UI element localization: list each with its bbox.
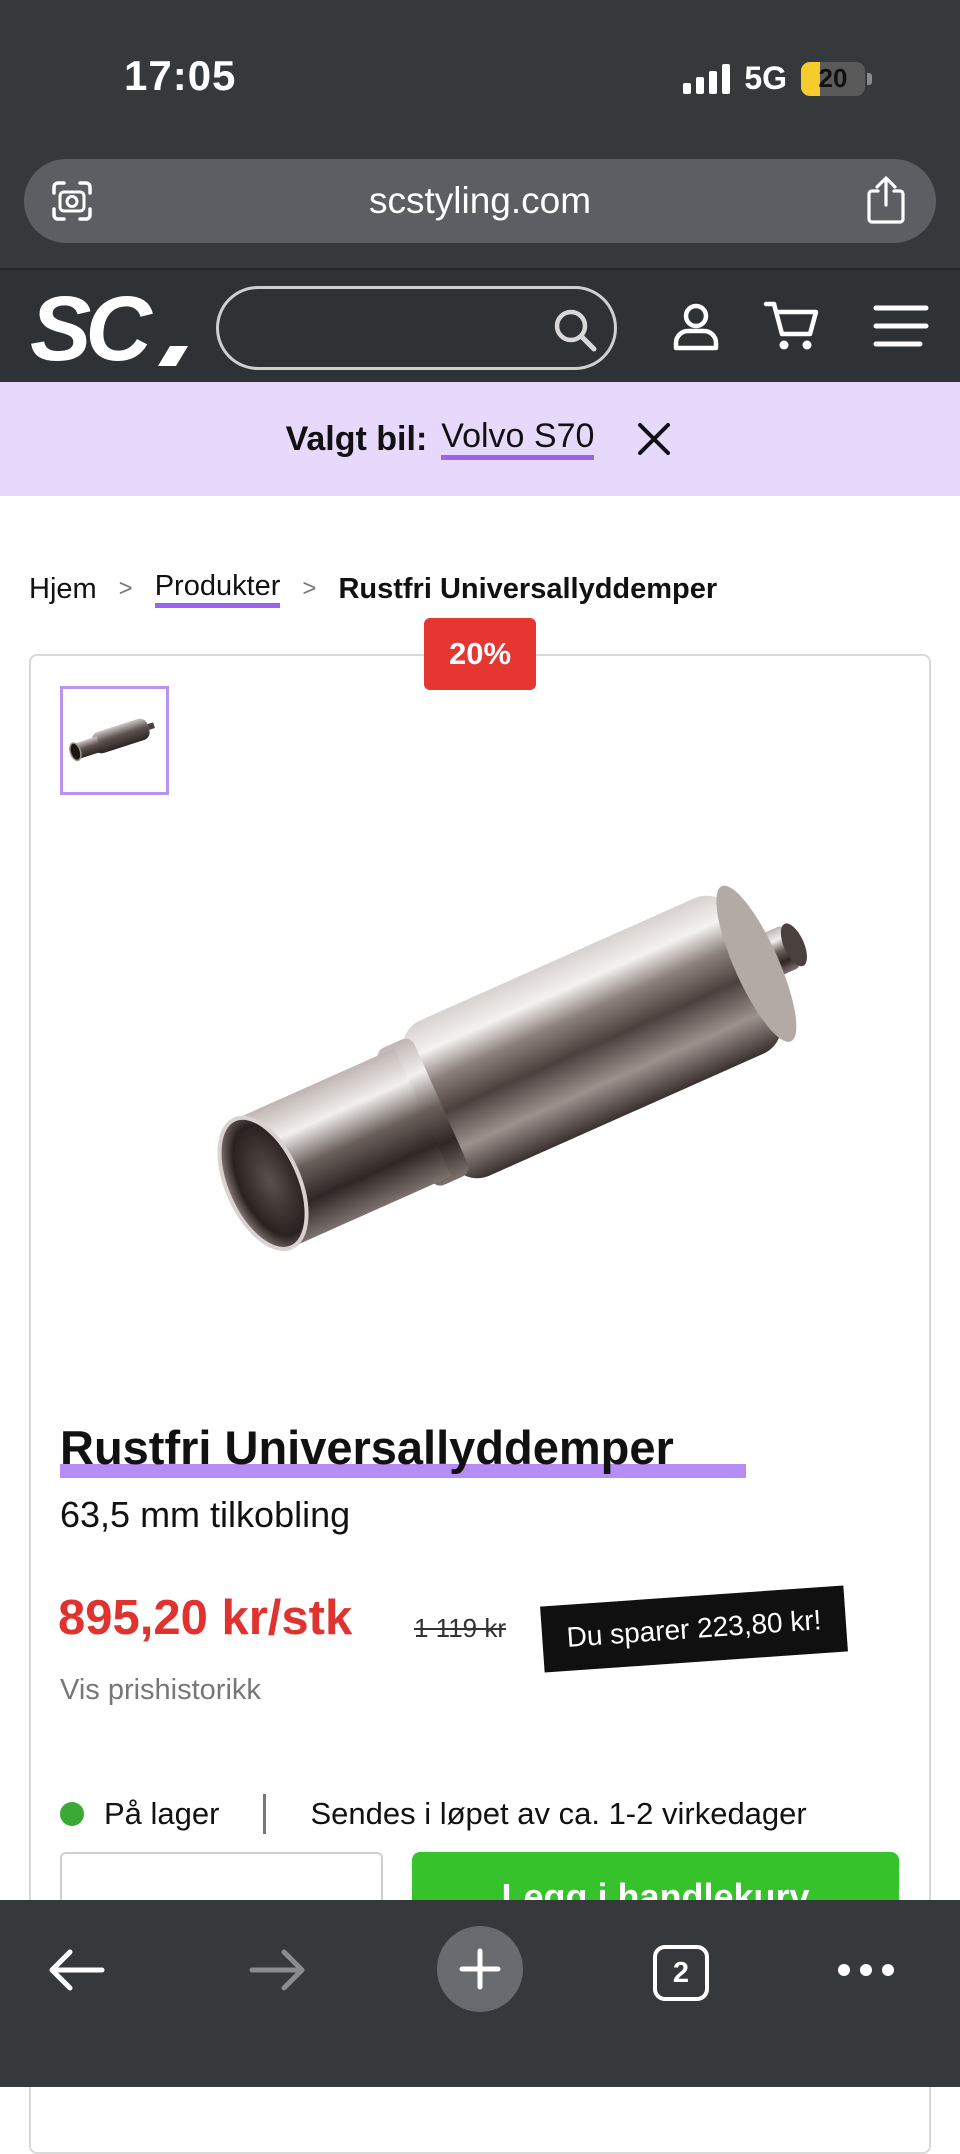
address-bar[interactable]: scstyling.com	[24, 159, 936, 243]
stock-status: På lager	[104, 1796, 220, 1831]
discount-badge: 20%	[424, 618, 536, 690]
sc-logo[interactable]: SC	[30, 288, 194, 368]
browser-chrome: scstyling.com	[0, 150, 960, 268]
status-time: 17:05	[124, 52, 237, 99]
menu-icon[interactable]	[870, 296, 930, 356]
signal-icon	[683, 63, 731, 94]
price-history-link[interactable]: Vis prishistorikk	[60, 1674, 261, 1707]
plus-icon	[459, 1948, 501, 1990]
breadcrumb-current: Rustfri Universallyddemper	[338, 572, 718, 605]
breadcrumb: Hjem > Produkter > Rustfri Universallydd…	[29, 570, 718, 609]
product-title-wrap: Rustfri Universallyddemper	[60, 1420, 746, 1478]
close-icon[interactable]	[634, 419, 674, 459]
search-input[interactable]	[239, 307, 539, 351]
more-icon	[838, 1964, 894, 1976]
status-bar: 17:05 5G 20	[0, 0, 960, 150]
network-type: 5G	[744, 60, 787, 96]
battery-level: 20	[818, 63, 848, 93]
selected-car-link[interactable]: Volvo S70	[441, 417, 595, 461]
search-icon[interactable]	[552, 307, 598, 353]
stock-divider	[263, 1794, 267, 1834]
logo-text: SC	[30, 288, 153, 368]
product-price: 895,20 kr/stk	[58, 1591, 353, 1645]
url-text: scstyling.com	[368, 180, 592, 221]
product-subtitle: 63,5 mm tilkobling	[60, 1494, 351, 1535]
breadcrumb-separator: >	[118, 575, 133, 603]
more-button[interactable]	[826, 1930, 906, 2010]
back-button[interactable]	[36, 1930, 116, 2010]
tabs-button[interactable]: 2	[653, 1945, 709, 2001]
breadcrumb-home[interactable]: Hjem	[29, 573, 97, 606]
browser-toolbar: 2	[0, 1900, 960, 2087]
muffler-thumbnail-image	[69, 718, 155, 762]
cart-icon[interactable]	[762, 296, 822, 356]
breadcrumb-separator: >	[302, 575, 317, 603]
site-header: SC	[0, 268, 960, 382]
old-price: 1 119 kr	[414, 1613, 507, 1643]
product-image[interactable]	[200, 840, 860, 1300]
new-tab-button[interactable]	[437, 1926, 523, 2012]
arrow-right-icon	[249, 1949, 305, 1991]
arrow-left-icon	[49, 1949, 105, 1991]
stock-info: På lager Sendes i løpet av ca. 1-2 virke…	[60, 1794, 807, 1834]
search-box[interactable]	[216, 286, 617, 370]
shipping-info: Sendes i løpet av ca. 1-2 virkedager	[310, 1796, 807, 1831]
battery-cap	[867, 72, 872, 85]
account-icon[interactable]	[666, 296, 726, 356]
selected-car-label: Valgt bil:	[285, 419, 428, 458]
battery-icon: 20	[801, 61, 865, 96]
breadcrumb-products[interactable]: Produkter	[154, 570, 281, 609]
visual-lookup-icon[interactable]	[50, 179, 94, 223]
product-title: Rustfri Universallyddemper	[60, 1421, 674, 1474]
stock-status-dot	[60, 1802, 84, 1826]
status-indicators: 5G 20	[683, 60, 872, 97]
forward-button[interactable]	[238, 1930, 318, 2010]
selected-car-banner: Valgt bil: Volvo S70	[0, 382, 960, 496]
share-icon[interactable]	[864, 175, 908, 225]
product-thumbnail[interactable]	[60, 686, 169, 795]
